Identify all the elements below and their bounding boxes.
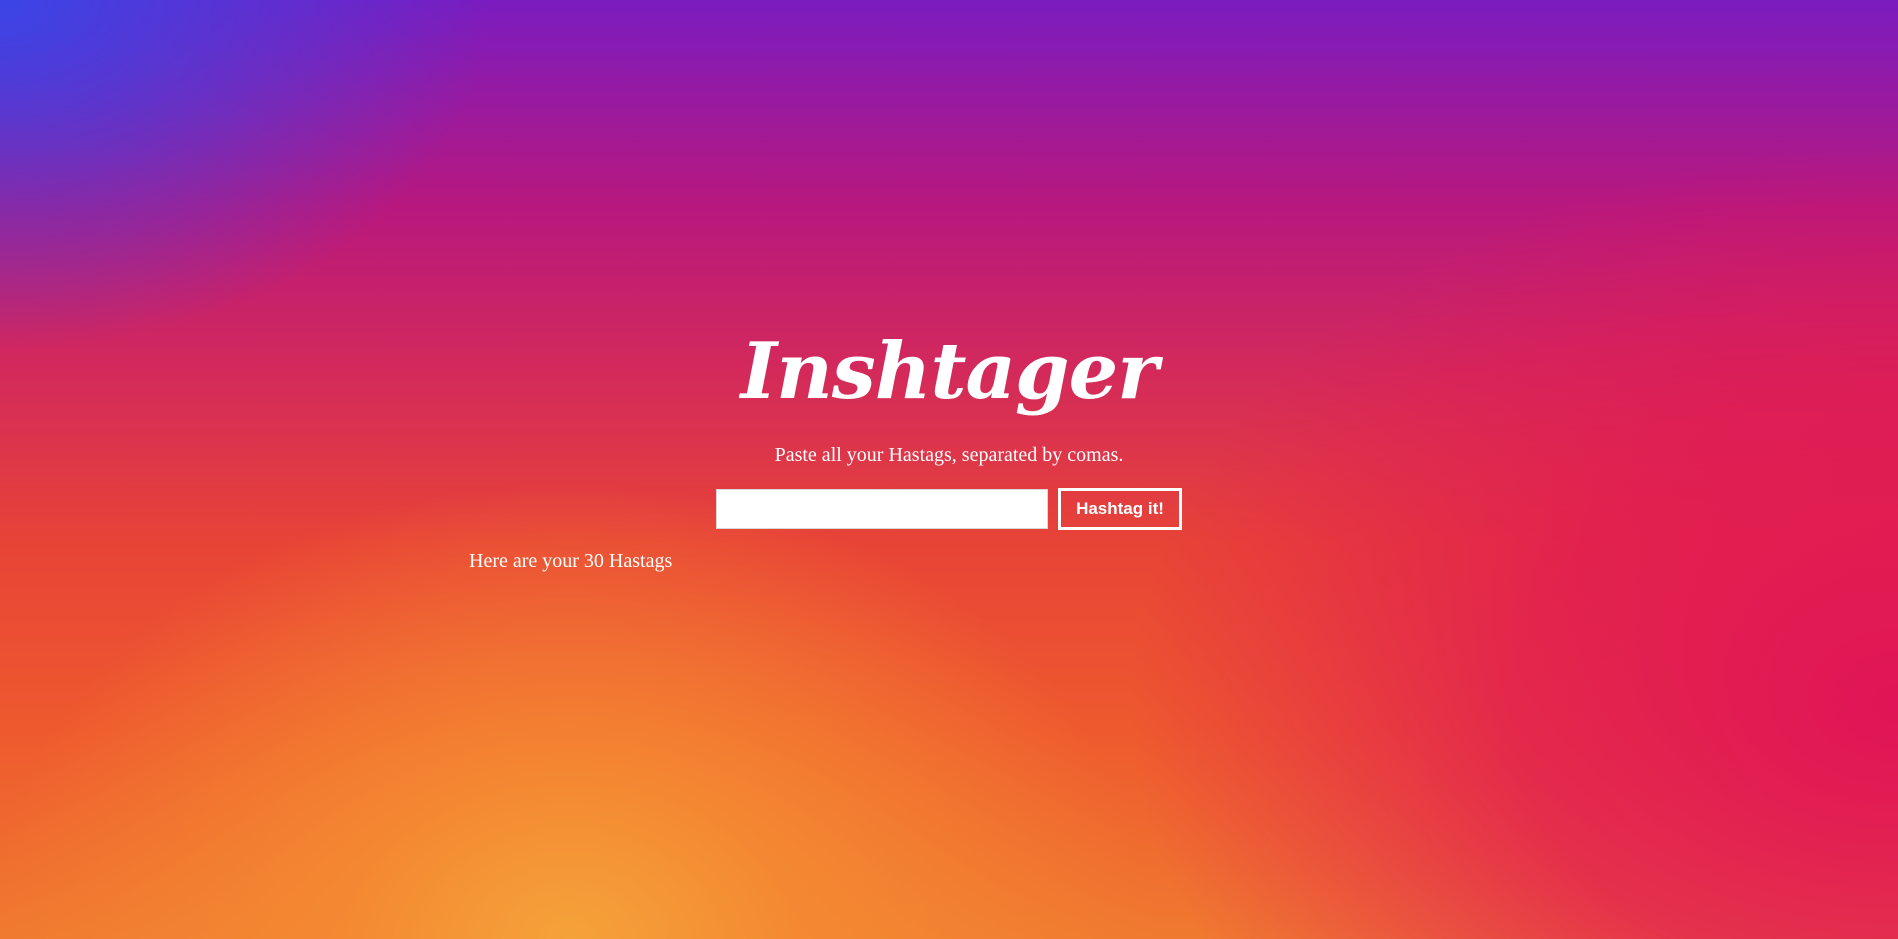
app-logo-title: Inshtager: [740, 326, 1159, 417]
result-count-text: Here are your 30 Hastags: [469, 550, 673, 572]
hashtag-it-button[interactable]: Hashtag it!: [1058, 488, 1182, 530]
hashtag-form: Hashtag it!: [716, 488, 1182, 530]
hashtag-input[interactable]: [716, 489, 1048, 529]
page-background: { "app": { "title": "Inshtager", "subtit…: [0, 0, 1898, 939]
hero-header: Inshtager: [0, 322, 1898, 422]
instructions-text: Paste all your Hastags, separated by com…: [774, 444, 1124, 466]
